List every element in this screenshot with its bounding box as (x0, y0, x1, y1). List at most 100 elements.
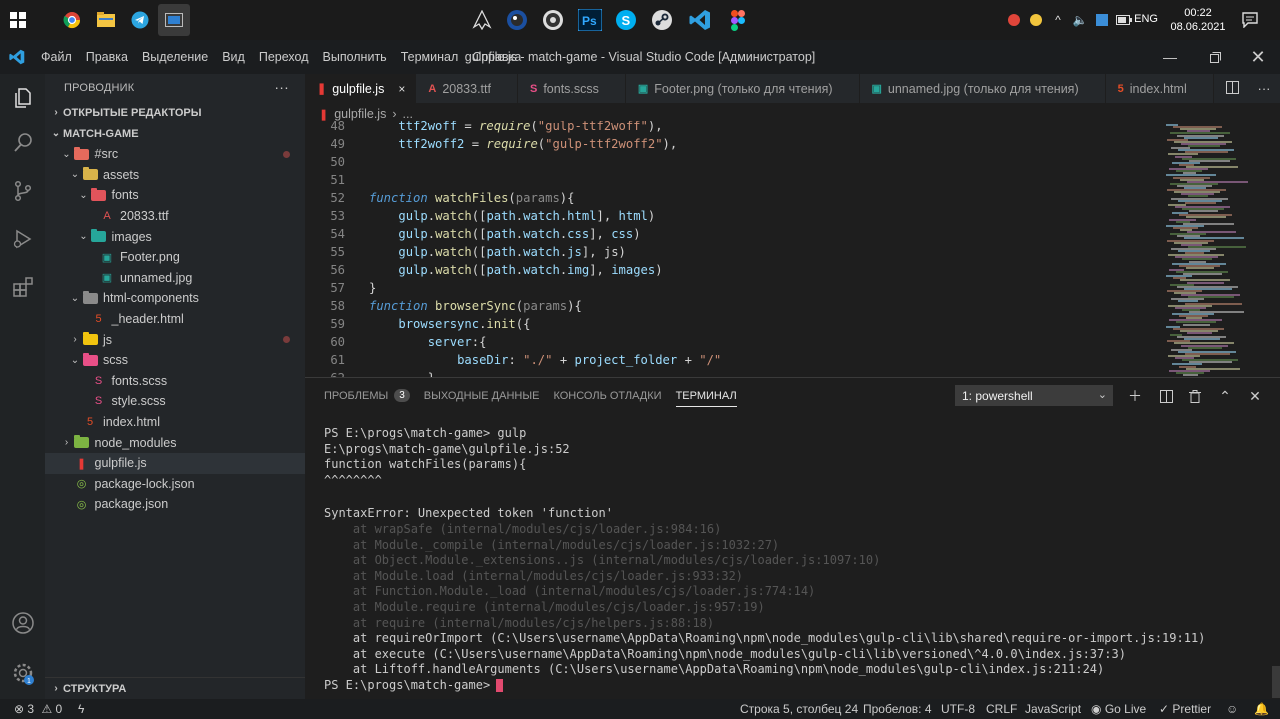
tree-file[interactable]: ▣ unnamed.jpg (45, 268, 305, 289)
code-line[interactable]: 57} (305, 279, 1160, 297)
terminal-scrollbar[interactable] (1272, 666, 1280, 698)
inkscape-icon[interactable] (466, 4, 498, 36)
photoshop-icon[interactable]: Ps (574, 4, 606, 36)
account-icon[interactable] (0, 599, 45, 647)
figma-icon[interactable] (722, 4, 754, 36)
code-line[interactable]: 62 }, (305, 369, 1160, 377)
code-line[interactable]: 60 server:{ (305, 333, 1160, 351)
menu-item-1[interactable]: Правка (79, 40, 135, 74)
tree-file[interactable]: 5 _header.html (45, 309, 305, 330)
breadcrumb-more[interactable]: ... (403, 107, 413, 121)
code-line[interactable]: 50 (305, 153, 1160, 171)
problems-status[interactable]: ⊗ 3 ⚠ 0 (14, 699, 62, 719)
panel-tab-3[interactable]: ТЕРМИНАЛ (675, 378, 737, 413)
code-line[interactable]: 55 gulp.watch([path.watch.js], js) (305, 243, 1160, 261)
tab-4[interactable]: ▣ unnamed.jpg (только для чтения) (859, 74, 1106, 103)
minimap[interactable] (1160, 121, 1280, 377)
chrome-icon[interactable] (56, 4, 88, 36)
tray-app2-icon[interactable] (1027, 11, 1045, 29)
project-section[interactable]: ⌄ MATCH-GAME (45, 123, 305, 144)
windows-start-icon[interactable] (2, 4, 34, 36)
clock[interactable]: 00:22 08.06.2021 (1170, 6, 1226, 34)
tree-file[interactable]: 5 index.html (45, 412, 305, 433)
code-line[interactable]: 56 gulp.watch([path.watch.img], images) (305, 261, 1160, 279)
menu-item-4[interactable]: Переход (252, 40, 316, 74)
breadcrumb-file[interactable]: gulpfile.js (334, 107, 386, 121)
terminal-output[interactable]: PS E:\progs\match-game> gulp E:\progs\mat… (324, 426, 1274, 694)
panel-tab-2[interactable]: КОНСОЛЬ ОТЛАДКИ (553, 378, 661, 413)
tab-5[interactable]: 5 index.html (1105, 74, 1214, 103)
code-line[interactable]: 51 (305, 171, 1160, 189)
code-line[interactable]: 61 baseDir: "./" + project_folder + "/" (305, 351, 1160, 369)
file-explorer-icon[interactable] (90, 4, 122, 36)
outline-section[interactable]: › СТРУКТУРА (45, 677, 305, 699)
tab-3[interactable]: ▣ Footer.png (только для чтения) (625, 74, 860, 103)
tree-folder[interactable]: ⌄ #src (45, 144, 305, 165)
tray-app-icon[interactable] (1005, 11, 1023, 29)
maximize-panel-icon[interactable]: ⌃ (1214, 385, 1236, 407)
split-editor-icon[interactable] (1225, 80, 1239, 97)
code-line[interactable]: 48 ttf2woff = require("gulp-ttf2woff"), (305, 121, 1160, 135)
open-editors-section[interactable]: › ОТКРЫТЫЕ РЕДАКТОРЫ (45, 102, 305, 123)
notifications-icon[interactable] (1234, 4, 1266, 36)
code-line[interactable]: 49 ttf2woff2 = require("gulp-ttf2woff2")… (305, 135, 1160, 153)
tab-1[interactable]: A 20833.ttf (416, 74, 518, 103)
tree-folder[interactable]: ⌄ html-components (45, 288, 305, 309)
split-terminal-icon[interactable] (1155, 385, 1177, 407)
menu-item-3[interactable]: Вид (215, 40, 252, 74)
menu-item-2[interactable]: Выделение (135, 40, 215, 74)
active-window-icon[interactable] (158, 4, 190, 36)
code-line[interactable]: 58 function browserSync(params){ (305, 297, 1160, 315)
tree-folder[interactable]: ⌄ scss (45, 350, 305, 371)
menu-item-7[interactable]: Справка (465, 40, 528, 74)
cursor-position[interactable]: Строка 5, столбец 24 (740, 699, 858, 719)
trash-icon[interactable] (1184, 385, 1206, 407)
tab-0[interactable]: ❚ gulpfile.js × (305, 74, 417, 103)
indentation[interactable]: Пробелов: 4 (863, 699, 932, 719)
panel-tab-1[interactable]: ВЫХОДНЫЕ ДАННЫЕ (424, 378, 540, 413)
code-line[interactable]: 59 browsersync.init({ (305, 315, 1160, 333)
more-editor-actions-icon[interactable]: ··· (1258, 81, 1271, 96)
panel-tab-0[interactable]: ПРОБЛЕМЫ 3 (324, 378, 410, 413)
tree-file[interactable]: A 20833.ttf (45, 206, 305, 227)
tree-file[interactable]: ▣ Footer.png (45, 247, 305, 268)
run-debug-icon[interactable] (0, 215, 45, 263)
close-panel-icon[interactable]: ✕ (1244, 385, 1266, 407)
obs-icon[interactable] (537, 4, 569, 36)
close-window-button[interactable]: ✕ (1236, 40, 1280, 74)
new-terminal-icon[interactable]: ＋ (1124, 385, 1146, 407)
telegram-icon[interactable] (124, 4, 156, 36)
code-editor[interactable]: 48 ttf2woff = require("gulp-ttf2woff"), 4… (305, 121, 1160, 377)
go-live-button[interactable]: ◉ Go Live (1091, 699, 1146, 719)
skype-icon[interactable]: S (610, 4, 642, 36)
keyboard-language[interactable]: ENG (1134, 13, 1158, 25)
chevron-up-icon[interactable]: ^ (1049, 11, 1067, 29)
cinema4d-icon[interactable] (501, 4, 533, 36)
live-share-icon[interactable]: ϟ (78, 699, 84, 719)
tree-file[interactable]: ❚ gulpfile.js (45, 452, 305, 474)
manage-gear-icon[interactable]: 1 (0, 649, 45, 697)
minimize-button[interactable]: — (1148, 40, 1192, 74)
tree-file[interactable]: Sfonts.scss (45, 371, 305, 392)
volume-icon[interactable]: 🔈 (1071, 11, 1089, 29)
search-icon[interactable] (0, 119, 45, 167)
battery-icon[interactable] (1115, 11, 1133, 29)
tree-folder[interactable]: ⌄ assets (45, 165, 305, 186)
tree-folder[interactable]: › node_modules (45, 432, 305, 453)
menu-item-0[interactable]: Файл (34, 40, 79, 74)
terminal-select[interactable]: 1: powershell ⌄ (955, 385, 1113, 406)
tab-2[interactable]: Sfonts.scss (517, 74, 626, 103)
line-ending[interactable]: CRLF (986, 699, 1017, 719)
encoding[interactable]: UTF-8 (941, 699, 975, 719)
tree-folder[interactable]: ⌄ images (45, 226, 305, 247)
explorer-icon[interactable] (0, 74, 45, 122)
steam-icon[interactable] (646, 4, 678, 36)
code-line[interactable]: 53 gulp.watch([path.watch.html], html) (305, 207, 1160, 225)
language-mode[interactable]: JavaScript (1025, 699, 1081, 719)
maximize-button[interactable] (1193, 40, 1237, 74)
tree-file[interactable]: Sstyle.scss (45, 391, 305, 412)
network-icon[interactable] (1093, 11, 1111, 29)
prettier-button[interactable]: ✓ Prettier (1159, 699, 1211, 719)
tree-folder[interactable]: › js (45, 329, 305, 350)
tree-folder[interactable]: ⌄ fonts (45, 185, 305, 206)
